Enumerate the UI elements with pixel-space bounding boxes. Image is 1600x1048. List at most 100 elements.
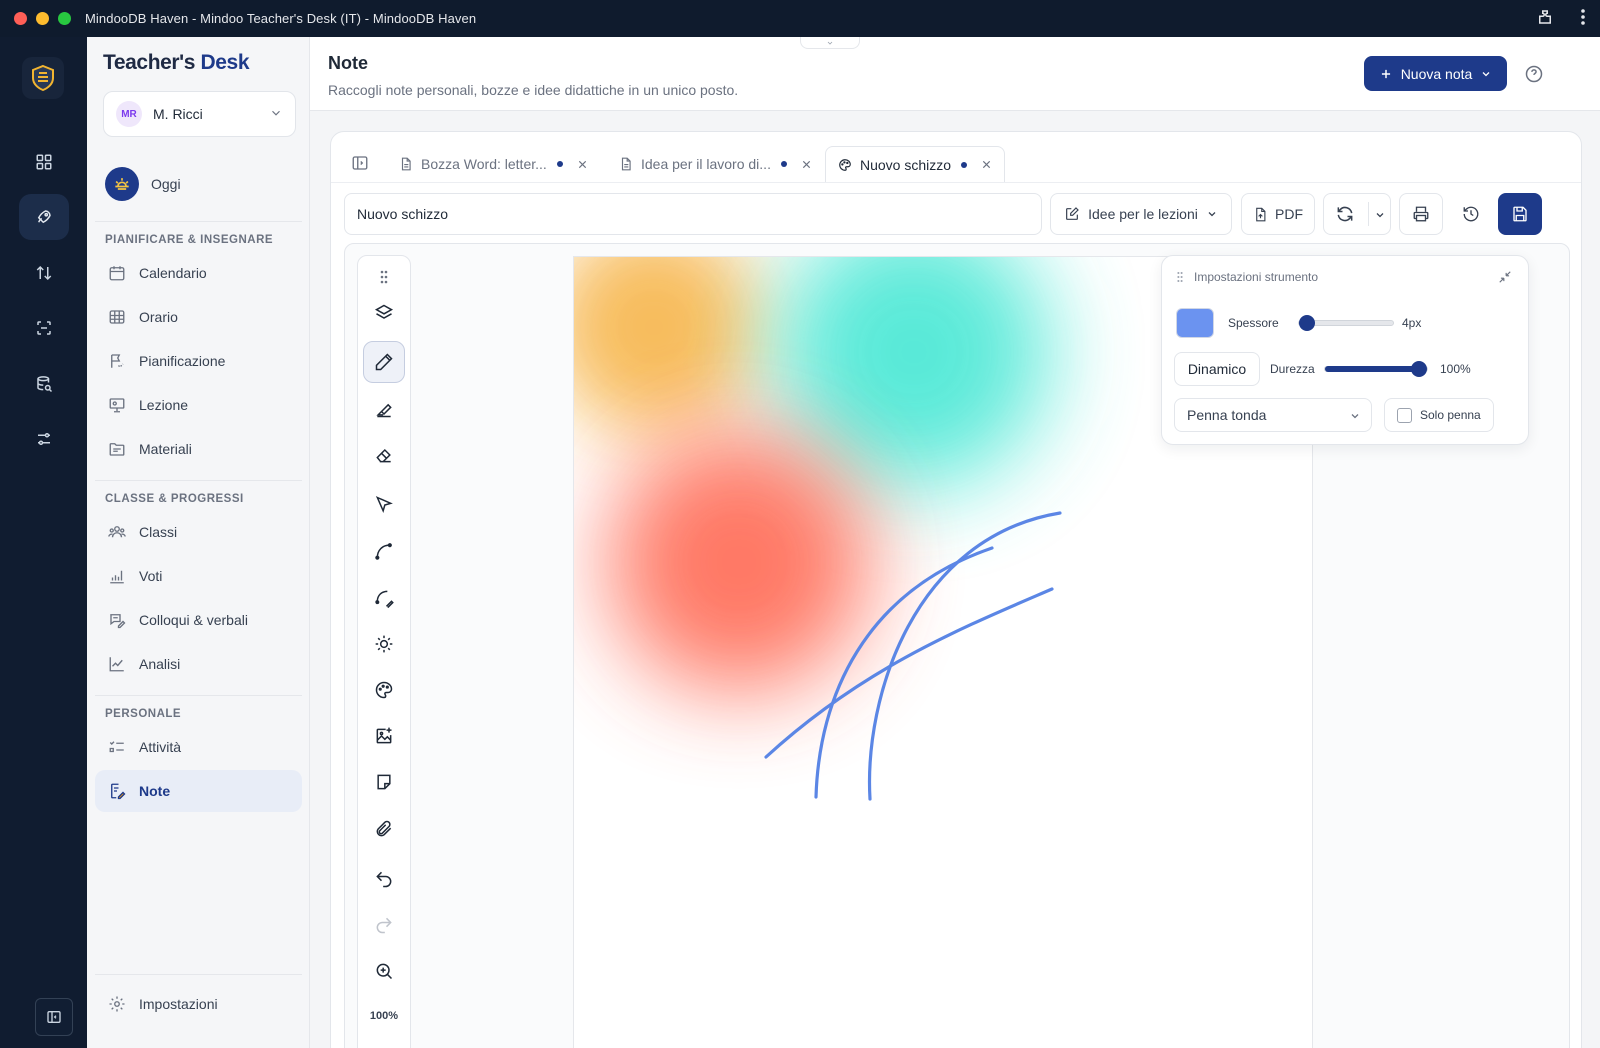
tab-nuovo-schizzo[interactable]: Nuovo schizzo (825, 146, 1006, 182)
rail-sync-button[interactable] (19, 250, 69, 296)
drawing-area: 100% Impostazioni strumento Spessore 4px… (344, 243, 1570, 1048)
drawing-toolbar: 100% (357, 255, 411, 1048)
toggle-sidebar-button[interactable] (35, 998, 73, 1036)
traffic-lights (14, 12, 71, 25)
dynamic-toggle-button[interactable]: Dinamico (1174, 352, 1260, 386)
sidebar-item-note[interactable]: Note (95, 770, 302, 812)
maximize-window-button[interactable] (58, 12, 71, 25)
collapse-header-handle[interactable] (800, 37, 860, 49)
thickness-slider[interactable] (1298, 315, 1394, 331)
sidebar-item-voti[interactable]: Voti (95, 555, 302, 597)
sidebar-item-calendario[interactable]: Calendario (95, 252, 302, 294)
window-title: MindooDB Haven - Mindoo Teacher's Desk (… (85, 11, 477, 26)
sidebar-item-analisi[interactable]: Analisi (95, 643, 302, 685)
sidebar-item-impostazioni[interactable]: Impostazioni (95, 983, 302, 1025)
slider-knob[interactable] (1299, 315, 1315, 331)
new-note-button[interactable]: Nuova nota (1364, 56, 1507, 91)
sidebar-item-classi[interactable]: Classi (95, 511, 302, 553)
checkbox-box[interactable] (1397, 407, 1412, 423)
document-icon (399, 157, 413, 171)
close-window-button[interactable] (14, 12, 27, 25)
chat-pen-icon (107, 610, 127, 630)
sidebar-item-label: Orario (139, 309, 178, 325)
slider-knob[interactable] (1411, 361, 1427, 377)
chevron-down-icon (1349, 409, 1361, 425)
pencil-icon (375, 353, 393, 371)
layers-tool[interactable] (363, 292, 405, 334)
print-button[interactable] (1399, 193, 1443, 235)
page-header: Note Raccogli note personali, bozze e id… (310, 37, 1600, 111)
brush-type-select[interactable]: Penna tonda (1174, 398, 1372, 432)
thickness-label: Spessore (1228, 316, 1279, 330)
minimize-icon[interactable] (1498, 270, 1512, 289)
pen-stroke (867, 511, 1062, 801)
eraser-icon (376, 448, 391, 463)
highlighter-icon (376, 403, 392, 418)
sidebar-item-colloqui-verbali[interactable]: Colloqui & verbali (95, 599, 302, 641)
presentation-icon (107, 395, 127, 415)
tool-settings-title: Impostazioni strumento (1194, 270, 1319, 284)
close-icon[interactable] (981, 159, 992, 170)
hardness-slider[interactable] (1324, 361, 1428, 377)
tab-label: Idea per il lavoro di... (641, 156, 771, 172)
palette-icon (838, 158, 852, 172)
undo-button[interactable] (363, 858, 405, 900)
curve-tool[interactable] (363, 530, 405, 572)
tool-settings-header[interactable]: Impostazioni strumento (1176, 270, 1318, 284)
calendar-icon (107, 263, 127, 283)
sidebar-item-pianificazione[interactable]: Pianificazione (95, 340, 302, 382)
redo-button[interactable] (363, 904, 405, 946)
rail-settings-button[interactable] (19, 416, 69, 462)
attach-tool[interactable] (363, 808, 405, 850)
sticky-note-tool[interactable] (363, 761, 405, 803)
pen-tool[interactable] (363, 341, 405, 383)
sidebar-item-orario[interactable]: Orario (95, 296, 302, 338)
sidebar-item-lezione[interactable]: Lezione (95, 384, 302, 426)
effects-tool[interactable] (363, 623, 405, 665)
close-icon[interactable] (801, 159, 812, 170)
sidebar-item-oggi[interactable]: Oggi (105, 167, 181, 201)
sync-split-button[interactable] (1323, 193, 1391, 235)
tab-bozza-word[interactable]: Bozza Word: letter... (399, 146, 588, 182)
curve-pen-tool[interactable] (363, 577, 405, 619)
eraser-tool[interactable] (363, 434, 405, 476)
pdf-label: PDF (1275, 206, 1303, 222)
rail-dashboard-button[interactable] (19, 139, 69, 185)
pen-color-swatch[interactable] (1176, 308, 1214, 338)
chevron-down-icon (1482, 71, 1490, 76)
close-icon[interactable] (577, 159, 588, 170)
highlighter-tool[interactable] (363, 388, 405, 430)
user-name: M. Ricci (153, 106, 203, 122)
help-icon[interactable] (1524, 64, 1544, 89)
export-pdf-button[interactable]: PDF (1241, 193, 1315, 235)
panel-toggle-icon[interactable] (351, 154, 369, 177)
insert-image-tool[interactable] (363, 715, 405, 757)
save-button[interactable] (1498, 193, 1542, 235)
rail-database-button[interactable] (19, 361, 69, 407)
minimize-window-button[interactable] (36, 12, 49, 25)
sidebar-item-materiali[interactable]: Materiali (95, 428, 302, 470)
rail-scan-button[interactable] (19, 305, 69, 351)
pen-only-checkbox[interactable]: Solo penna (1384, 398, 1494, 432)
plus-icon (1381, 69, 1390, 78)
more-vertical-icon[interactable] (1580, 8, 1586, 26)
rail-teachers-desk-button[interactable] (19, 194, 69, 240)
select-tool[interactable] (363, 484, 405, 526)
sidebar-item-label: Pianificazione (139, 353, 226, 369)
sidebar-item-attivita[interactable]: Attività (95, 726, 302, 768)
checklist-icon (107, 737, 127, 757)
curve-pen-icon (375, 590, 394, 608)
extension-icon[interactable] (1536, 8, 1554, 26)
tab-idea-lavoro[interactable]: Idea per il lavoro di... (619, 146, 812, 182)
unsaved-dot (961, 161, 968, 168)
main-area: Note Raccogli note personali, bozze e id… (310, 37, 1600, 1048)
user-selector[interactable]: MR M. Ricci (103, 91, 296, 137)
image-plus-icon (376, 727, 392, 744)
category-select[interactable]: Idee per le lezioni (1050, 193, 1232, 235)
color-tool[interactable] (363, 669, 405, 711)
note-title-input[interactable]: Nuovo schizzo (344, 193, 1042, 235)
sliders-icon (38, 433, 50, 445)
zoom-level: 100% (369, 1010, 399, 1022)
history-button[interactable] (1449, 193, 1493, 235)
zoom-in-button[interactable] (363, 950, 405, 992)
